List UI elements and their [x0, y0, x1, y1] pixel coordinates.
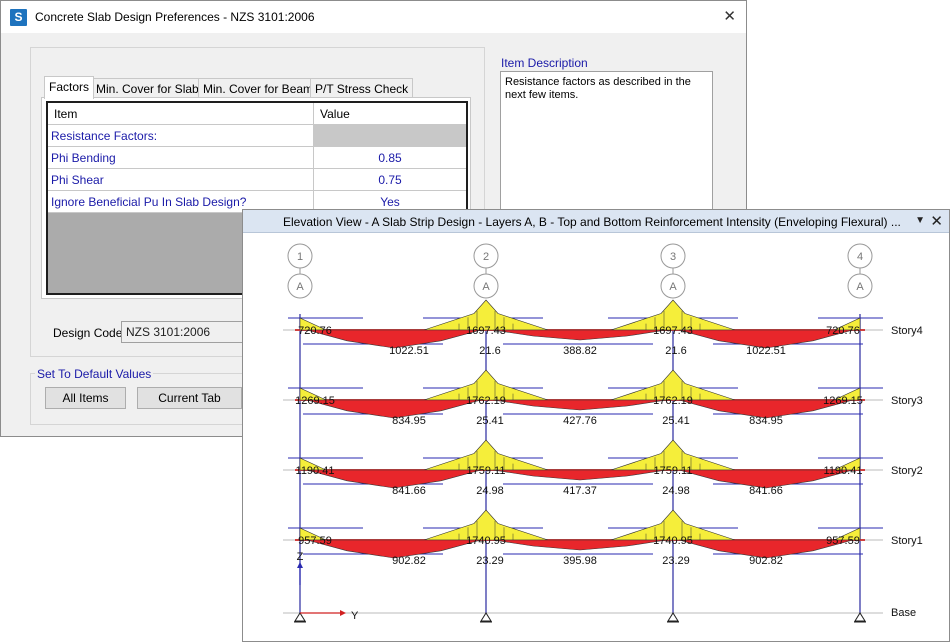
- elevation-title: Elevation View - A Slab Strip Design - L…: [283, 215, 901, 229]
- dialog-title-bar: S Concrete Slab Design Preferences - NZS…: [1, 1, 746, 33]
- tab-factors[interactable]: Factors: [44, 76, 95, 99]
- grid-row[interactable]: Phi Bending 0.85: [48, 147, 466, 169]
- design-code-field[interactable]: NZS 3101:2006: [121, 321, 251, 343]
- story-label: Story3: [891, 395, 923, 407]
- value-label: 957.59: [826, 535, 860, 547]
- bottom-reinforcement-area: [492, 469, 668, 481]
- value-label: 1190.41: [296, 465, 335, 477]
- elevation-view-window: 1 A 2 A 3 A 4 A 720.76 1697.43 1697.43 720.76 1022.5…: [242, 209, 950, 642]
- all-items-button[interactable]: All Items: [45, 387, 126, 409]
- tab-pt-stress-check[interactable]: P/T Stress Check: [310, 78, 414, 98]
- elevation-title-bar: Elevation View - A Slab Strip Design - L…: [243, 210, 949, 233]
- value-label: 388.82: [563, 345, 597, 357]
- value-label: 395.98: [563, 555, 597, 567]
- bottom-reinforcement-area: [492, 399, 668, 411]
- value-label: 1269.15: [823, 395, 863, 407]
- y-axis-arrowhead: [340, 610, 346, 616]
- value-label: 1759.11: [654, 465, 693, 477]
- gridline-label: A: [856, 281, 864, 293]
- value-label: 23.29: [476, 555, 504, 567]
- grid-item-cell: Phi Bending: [48, 147, 314, 168]
- story-label: Story1: [891, 535, 923, 547]
- grid-header-row: Item Value: [48, 103, 466, 125]
- design-code-label: Design Code: [53, 326, 123, 340]
- value-label: 1269.15: [295, 395, 335, 407]
- value-label: 1697.43: [653, 325, 693, 337]
- value-label: 1022.51: [746, 345, 786, 357]
- grid-header-item: Item: [48, 103, 314, 124]
- tab-min-cover-beams[interactable]: Min. Cover for Beams: [198, 78, 325, 98]
- value-label: 902.82: [392, 555, 426, 567]
- value-label: 841.66: [392, 485, 426, 497]
- value-label: 1740.95: [653, 535, 693, 547]
- window-menu-icon[interactable]: ▼: [915, 215, 925, 226]
- value-label: 24.98: [662, 485, 690, 497]
- value-label: 1762.19: [653, 395, 693, 407]
- gridline-label: 1: [297, 251, 303, 263]
- value-label: 720.76: [298, 325, 332, 337]
- elevation-close-icon[interactable]: ✕: [930, 212, 943, 230]
- value-label: 720.76: [826, 325, 860, 337]
- gridline-label: A: [482, 281, 490, 293]
- story-label: Story4: [891, 325, 923, 337]
- value-label: 25.41: [476, 415, 504, 427]
- dialog-title: Concrete Slab Design Preferences - NZS 3…: [35, 10, 315, 24]
- value-label: 841.66: [749, 485, 783, 497]
- gridline-label: 3: [670, 251, 676, 263]
- y-axis-label: Y: [351, 610, 359, 622]
- value-label: 24.98: [476, 485, 504, 497]
- value-label: 25.41: [662, 415, 690, 427]
- grid-header-value: Value: [320, 107, 350, 121]
- elevation-drawing[interactable]: 1 A 2 A 3 A 4 A 720.76 1697.43 1697.43 720.76 1022.5…: [243, 210, 950, 643]
- app-icon: S: [10, 9, 27, 26]
- gridline-label: A: [669, 281, 677, 293]
- value-label: 957.59: [298, 535, 332, 547]
- dialog-close-icon[interactable]: ✕: [723, 7, 736, 25]
- item-description-caption: Item Description: [501, 56, 588, 70]
- value-label: 902.82: [749, 555, 783, 567]
- value-label: 834.95: [392, 415, 426, 427]
- gridline-label: 4: [857, 251, 863, 263]
- current-tab-button[interactable]: Current Tab: [137, 387, 242, 409]
- value-label: 1740.95: [466, 535, 506, 547]
- value-label: 1022.51: [389, 345, 429, 357]
- value-label: 21.6: [665, 345, 686, 357]
- grid-row[interactable]: Resistance Factors:: [48, 125, 466, 147]
- support-icon: [480, 612, 492, 622]
- grid-item-cell: Phi Shear: [48, 169, 314, 190]
- value-label: 427.76: [563, 415, 597, 427]
- value-label: 834.95: [749, 415, 783, 427]
- support-icon: [854, 612, 866, 622]
- support-icon: [294, 612, 306, 622]
- support-icon: [667, 612, 679, 622]
- grid-value-cell[interactable]: 0.85: [314, 147, 466, 168]
- item-description-box: Resistance factors as described in the n…: [500, 71, 713, 216]
- defaults-caption: Set To Default Values: [35, 367, 154, 381]
- value-label: 1697.43: [466, 325, 506, 337]
- value-label: 21.6: [479, 345, 500, 357]
- bottom-reinforcement-area: [492, 329, 668, 341]
- grid-row[interactable]: Phi Shear 0.75: [48, 169, 466, 191]
- story-label: Story2: [891, 465, 923, 477]
- grid-value-cell[interactable]: 0.75: [314, 169, 466, 190]
- gridline-label: 2: [483, 251, 489, 263]
- value-label: 1190.41: [824, 465, 863, 477]
- tab-min-cover-slabs[interactable]: Min. Cover for Slabs: [91, 78, 210, 98]
- value-label: 1759.11: [467, 465, 506, 477]
- value-label: 417.37: [563, 485, 597, 497]
- value-label: 23.29: [662, 555, 690, 567]
- grid-value-cell: [314, 125, 466, 146]
- value-label: 1762.19: [466, 395, 506, 407]
- bottom-reinforcement-area: [492, 539, 668, 551]
- z-axis-label: Z: [297, 551, 304, 563]
- grid-item-cell: Resistance Factors:: [48, 125, 314, 146]
- base-label: Base: [891, 607, 916, 619]
- gridline-label: A: [296, 281, 304, 293]
